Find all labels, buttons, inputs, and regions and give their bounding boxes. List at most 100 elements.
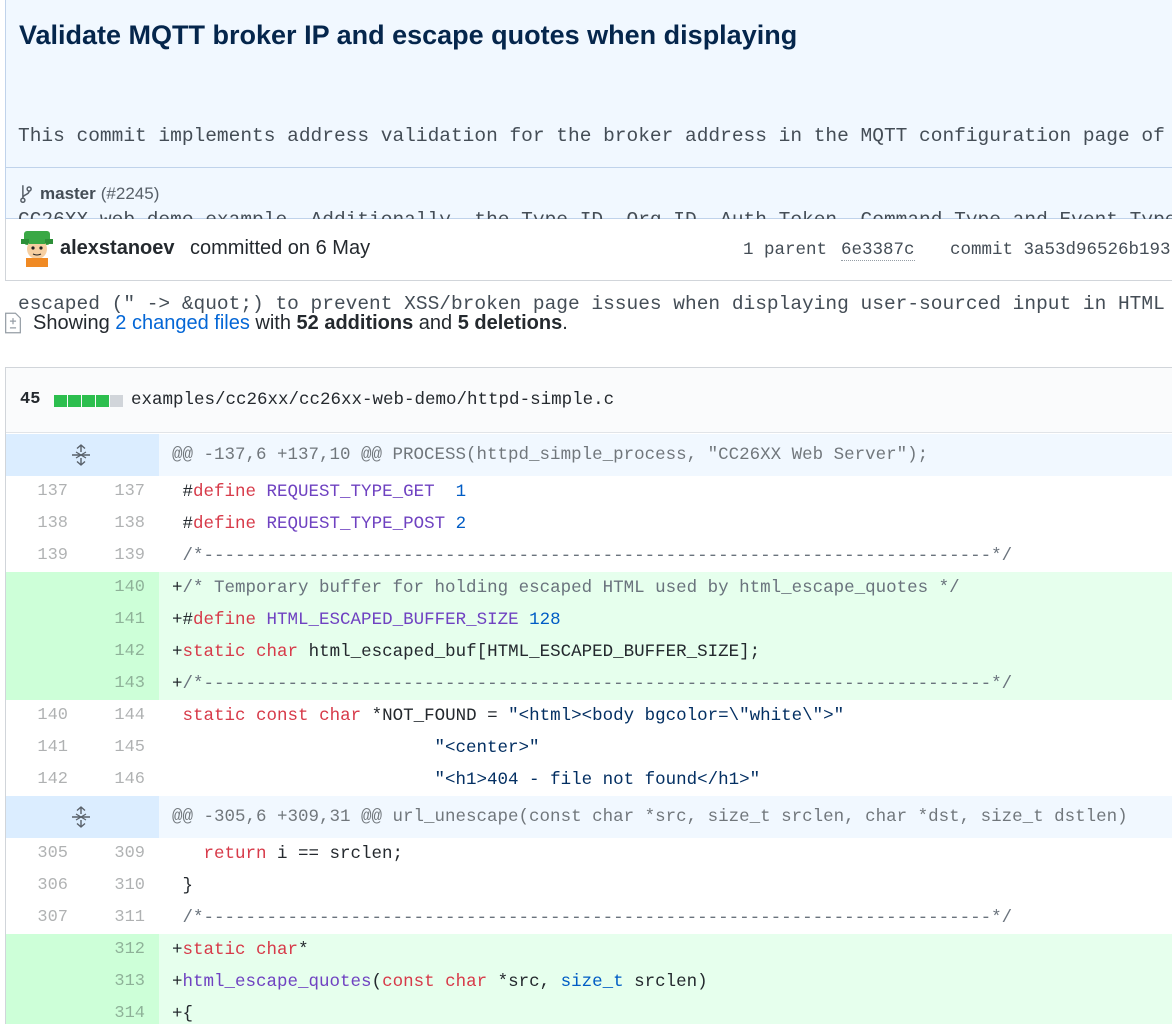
code-token: + bbox=[172, 642, 183, 662]
code-token: + bbox=[172, 578, 183, 598]
old-line-number[interactable] bbox=[6, 604, 82, 636]
code-token: + bbox=[172, 940, 183, 960]
old-line-number[interactable] bbox=[6, 668, 82, 700]
code-line: /*--------------------------------------… bbox=[159, 902, 1013, 934]
new-line-number[interactable]: 138 bbox=[82, 508, 159, 540]
new-line-number[interactable]: 145 bbox=[82, 732, 159, 764]
code-token: srclen) bbox=[623, 972, 708, 992]
code-token: html_escaped_buf[HTML_ESCAPED_BUFFER_SIZ… bbox=[298, 642, 761, 662]
file-diff: 45 examples/cc26xx/cc26xx-web-demo/httpd… bbox=[5, 367, 1172, 1024]
deletions-count: 5 deletions bbox=[457, 311, 563, 334]
code-line: return i == srclen; bbox=[159, 838, 404, 870]
new-line-number[interactable]: 142 bbox=[82, 636, 159, 668]
hunk-text: @@ -305,6 +309,31 @@ url_unescape(const … bbox=[172, 807, 1128, 827]
code-token: +{ bbox=[172, 1004, 194, 1024]
code-token: return bbox=[203, 844, 267, 864]
diffstat-count: 45 bbox=[20, 390, 41, 409]
changed-files-link[interactable]: 2 changed files bbox=[115, 312, 250, 334]
code-token: char bbox=[445, 972, 488, 992]
new-line-number[interactable]: 312 bbox=[82, 934, 159, 966]
diff-line-added: 142 +static char html_escaped_buf[HTML_ES… bbox=[6, 636, 1172, 668]
author-link[interactable]: alexstanoev bbox=[60, 237, 175, 260]
file-path-link[interactable]: examples/cc26xx/cc26xx-web-demo/httpd-si… bbox=[131, 390, 614, 410]
new-line-number[interactable]: 314 bbox=[82, 998, 159, 1024]
code-token: REQUEST_TYPE_POST bbox=[266, 514, 446, 534]
new-line-number[interactable]: 313 bbox=[82, 966, 159, 998]
old-line-number[interactable]: 138 bbox=[6, 508, 82, 540]
new-line-number[interactable]: 310 bbox=[82, 870, 159, 902]
old-line-number[interactable]: 139 bbox=[6, 540, 82, 572]
old-line-number[interactable] bbox=[6, 572, 82, 604]
code-token: char bbox=[319, 706, 362, 726]
pull-request-link[interactable]: (#2245) bbox=[101, 184, 160, 204]
hunk-header: @@ -305,6 +309,31 @@ url_unescape(const … bbox=[6, 796, 1172, 838]
new-line-number[interactable]: 311 bbox=[82, 902, 159, 934]
avatar[interactable] bbox=[18, 229, 56, 267]
new-line-number[interactable]: 137 bbox=[82, 476, 159, 508]
additions-count: 52 additions bbox=[296, 311, 414, 334]
diffstat-block bbox=[110, 395, 123, 407]
code-token: } bbox=[172, 876, 194, 896]
code-token: "<center>" bbox=[434, 738, 540, 758]
commit-description-line: This commit implements address validatio… bbox=[18, 125, 1165, 147]
diff-line-added: 140 +/* Temporary buffer for holding esca… bbox=[6, 572, 1172, 604]
code-token: const bbox=[382, 972, 435, 992]
old-line-number[interactable]: 306 bbox=[6, 870, 82, 902]
expand-icon[interactable] bbox=[70, 444, 92, 466]
branch-link[interactable]: master bbox=[40, 184, 96, 204]
hunk-gutter bbox=[6, 434, 159, 476]
old-line-number[interactable]: 142 bbox=[6, 764, 82, 796]
old-line-number[interactable] bbox=[6, 966, 82, 998]
new-line-number[interactable]: 141 bbox=[82, 604, 159, 636]
old-line-number[interactable]: 141 bbox=[6, 732, 82, 764]
new-line-number[interactable]: 144 bbox=[82, 700, 159, 732]
diff-line-context: 305 309 return i == srclen; bbox=[6, 838, 1172, 870]
expand-icon[interactable] bbox=[70, 806, 92, 828]
code-token: + bbox=[172, 674, 183, 694]
diff-line-context: 137 137 #define REQUEST_TYPE_GET 1 bbox=[6, 476, 1172, 508]
code-token: REQUEST_TYPE_GET bbox=[266, 482, 435, 502]
diff-line-context: 138 138 #define REQUEST_TYPE_POST 2 bbox=[6, 508, 1172, 540]
code-token: ( bbox=[371, 972, 383, 992]
code-token: "<html><body bgcolor=\"white\">" bbox=[508, 706, 845, 726]
diffstat-block bbox=[54, 395, 67, 407]
old-line-number[interactable] bbox=[6, 636, 82, 668]
new-line-number[interactable]: 146 bbox=[82, 764, 159, 796]
parent-sha-link[interactable]: 6e3387c bbox=[841, 240, 915, 261]
summary-text: Showing 2 changed files with 52 addition… bbox=[33, 312, 568, 335]
diffstat-block bbox=[96, 395, 109, 407]
diff-line-context: 306 310 } bbox=[6, 870, 1172, 902]
diff-line-added: 141 +#define HTML_ESCAPED_BUFFER_SIZE 128 bbox=[6, 604, 1172, 636]
summary-showing: Showing bbox=[33, 311, 110, 334]
old-line-number[interactable] bbox=[6, 998, 82, 1024]
diff-line-added: 314 +{ bbox=[6, 998, 1172, 1024]
old-line-number[interactable]: 140 bbox=[6, 700, 82, 732]
diff-line-context: 141 145 "<center>" bbox=[6, 732, 1172, 764]
new-line-number[interactable]: 143 bbox=[82, 668, 159, 700]
avatar-image bbox=[18, 229, 56, 267]
code-line: #define REQUEST_TYPE_POST 2 bbox=[159, 508, 467, 540]
summary-and: and bbox=[418, 311, 453, 334]
diff-line-added: 313 +html_escape_quotes(const char *src, … bbox=[6, 966, 1172, 998]
old-line-number[interactable] bbox=[6, 934, 82, 966]
code-token: char bbox=[256, 940, 299, 960]
diff-table: @@ -137,6 +137,10 @@ PROCESS(httpd_simpl… bbox=[6, 434, 1172, 1024]
diff-line-context: 140 144 static const char *NOT_FOUND = "<… bbox=[6, 700, 1172, 732]
old-line-number[interactable]: 305 bbox=[6, 838, 82, 870]
code-token: /* Temporary buffer for holding escaped … bbox=[182, 578, 960, 598]
code-line: +{ bbox=[159, 998, 193, 1024]
new-line-number[interactable]: 139 bbox=[82, 540, 159, 572]
commit-header: Validate MQTT broker IP and escape quote… bbox=[5, 0, 1172, 315]
code-token: HTML_ESCAPED_BUFFER_SIZE bbox=[266, 610, 519, 630]
new-line-number[interactable]: 309 bbox=[82, 838, 159, 870]
old-line-number[interactable]: 137 bbox=[6, 476, 82, 508]
new-line-number[interactable]: 140 bbox=[82, 572, 159, 604]
diffstat-block bbox=[68, 395, 81, 407]
old-line-number[interactable]: 307 bbox=[6, 902, 82, 934]
